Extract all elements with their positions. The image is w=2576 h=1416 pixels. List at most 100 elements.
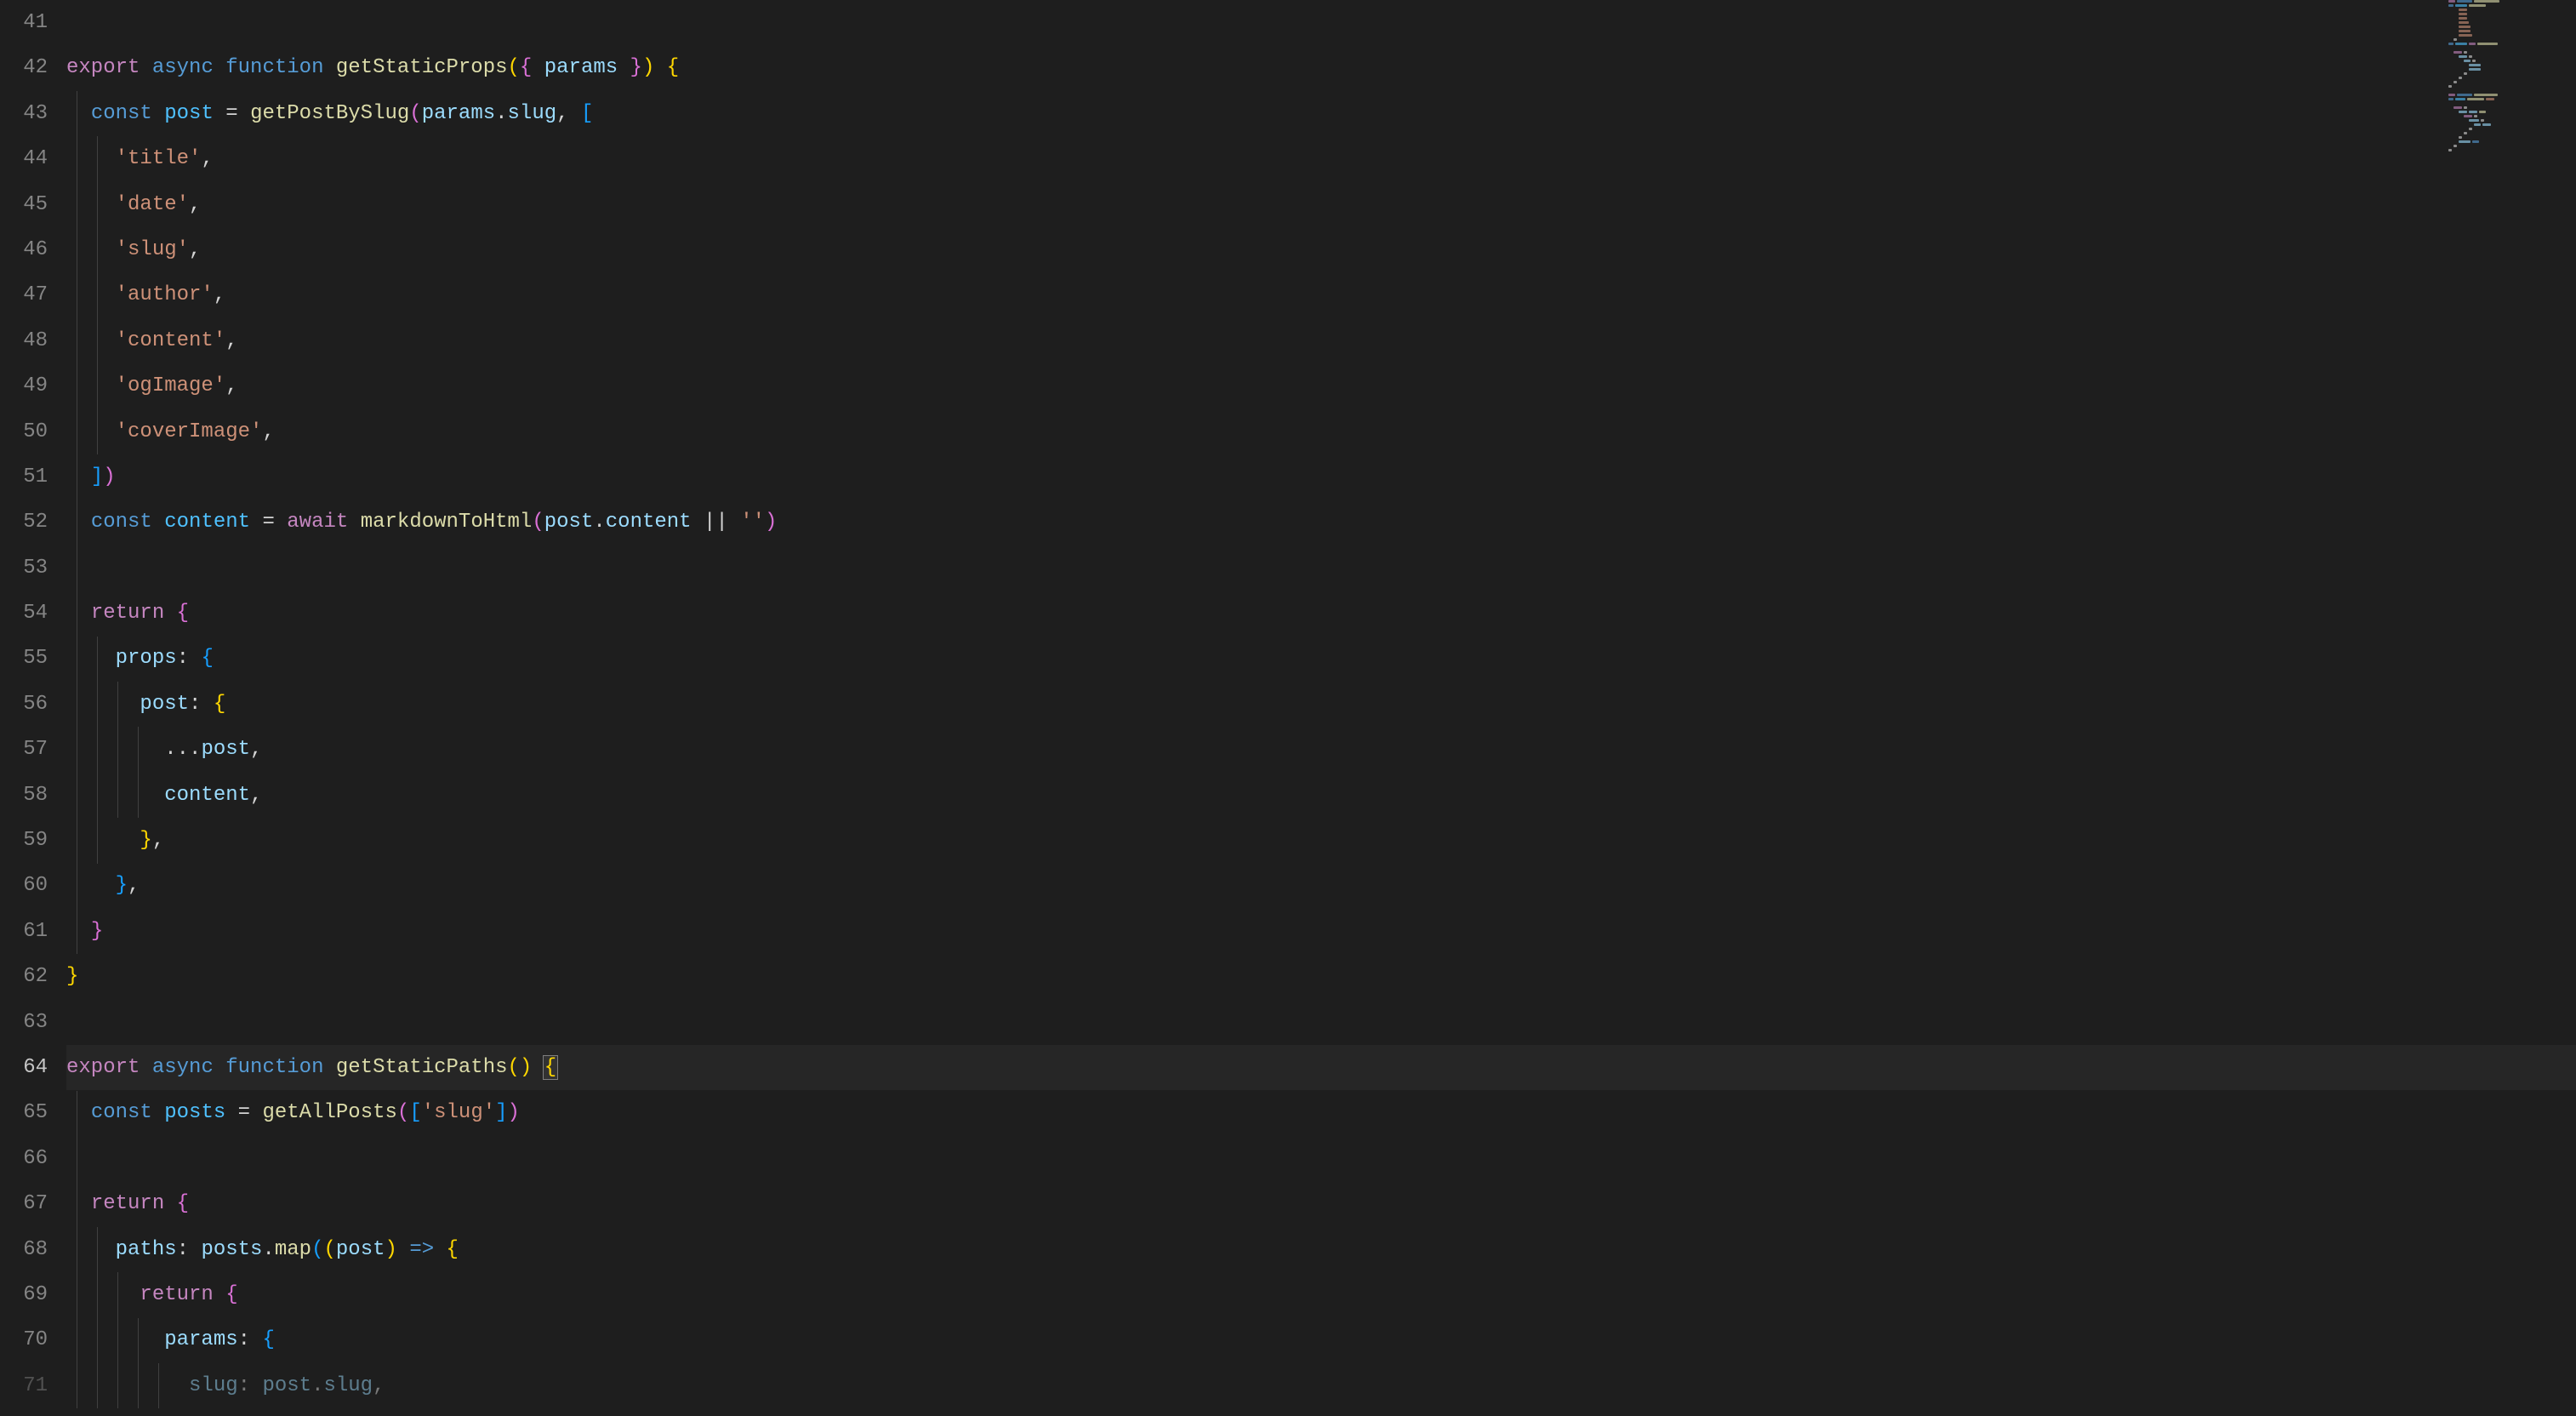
code-line[interactable]: 'title', <box>66 136 2576 181</box>
token <box>66 1192 91 1215</box>
code-line[interactable]: 'author', <box>66 272 2576 317</box>
token: { <box>177 1192 189 1215</box>
token: ( <box>323 1238 335 1261</box>
code-line[interactable]: paths: posts.map((post) => { <box>66 1227 2576 1272</box>
token <box>66 147 116 170</box>
token: , <box>225 374 237 397</box>
token <box>214 1283 225 1306</box>
token <box>397 1238 409 1261</box>
code-line[interactable]: 'coverImage', <box>66 409 2576 454</box>
token: 'coverImage' <box>116 420 263 443</box>
token <box>66 102 91 125</box>
code-line[interactable]: } <box>66 909 2576 954</box>
code-line[interactable]: return { <box>66 1272 2576 1317</box>
token: post <box>140 693 189 716</box>
indent-guide <box>117 682 118 818</box>
code-line[interactable]: ]) <box>66 454 2576 500</box>
token <box>140 56 151 79</box>
token <box>66 647 116 670</box>
token <box>654 56 666 79</box>
token: export <box>66 1056 140 1079</box>
token <box>152 511 164 534</box>
token: , <box>250 784 262 807</box>
token <box>189 1238 201 1261</box>
code-line[interactable]: const posts = getAllPosts(['slug']) <box>66 1090 2576 1135</box>
token: params <box>544 56 618 79</box>
code-line[interactable]: return { <box>66 591 2576 636</box>
indent-guide <box>117 1272 118 1408</box>
token: const <box>91 1101 152 1124</box>
token: post <box>201 738 250 761</box>
line-number: 65 <box>0 1090 48 1135</box>
token <box>66 920 91 943</box>
indent-guide <box>97 1227 98 1409</box>
token <box>66 784 164 807</box>
token: props <box>116 647 177 670</box>
code-line[interactable] <box>66 0 2576 45</box>
token <box>434 1238 446 1261</box>
code-line[interactable]: post: { <box>66 682 2576 727</box>
token: } <box>618 56 642 79</box>
line-number: 56 <box>0 682 48 727</box>
token: post <box>544 511 594 534</box>
code-line[interactable]: } <box>66 954 2576 999</box>
token <box>323 1056 335 1079</box>
token: ( <box>532 511 544 534</box>
code-line[interactable] <box>66 1136 2576 1181</box>
token: = <box>250 511 287 534</box>
code-line[interactable] <box>66 1000 2576 1045</box>
code-line[interactable]: params: { <box>66 1317 2576 1362</box>
token: posts <box>201 1238 262 1261</box>
code-line[interactable]: content, <box>66 773 2576 818</box>
token <box>201 693 213 716</box>
indent-guide <box>97 637 98 864</box>
code-line[interactable]: const content = await markdownToHtml(pos… <box>66 500 2576 545</box>
token: , <box>128 874 140 897</box>
code-line[interactable]: 'slug', <box>66 227 2576 272</box>
code-line[interactable] <box>66 545 2576 591</box>
token <box>66 329 116 352</box>
line-number: 42 <box>0 45 48 90</box>
token: async <box>152 56 214 79</box>
line-number: 59 <box>0 818 48 863</box>
token <box>189 647 201 670</box>
token: { <box>667 56 679 79</box>
code-line[interactable]: props: { <box>66 636 2576 681</box>
code-line[interactable]: export async function getStaticPaths() { <box>66 1045 2576 1090</box>
code-line[interactable]: 'date', <box>66 182 2576 227</box>
code-line[interactable]: }, <box>66 818 2576 863</box>
token: [ <box>409 1101 421 1124</box>
token: } <box>140 829 151 852</box>
code-line[interactable]: slug: post.slug, <box>66 1363 2576 1397</box>
token: : <box>177 1238 189 1261</box>
line-number: 46 <box>0 227 48 272</box>
token: ( <box>311 1238 323 1261</box>
code-line[interactable]: const post = getPostBySlug(params.slug, … <box>66 91 2576 136</box>
token: function <box>225 56 323 79</box>
token: slug <box>323 1374 373 1397</box>
token <box>164 602 176 625</box>
token: ) <box>508 1101 520 1124</box>
token: 'slug' <box>116 238 189 261</box>
token: paths <box>116 1238 177 1261</box>
code-line[interactable]: }, <box>66 863 2576 908</box>
token: ) <box>385 1238 397 1261</box>
token: post <box>164 102 214 125</box>
token: ( <box>409 102 421 125</box>
token <box>164 1192 176 1215</box>
token: ) <box>642 56 654 79</box>
code-content[interactable]: export async function getStaticProps({ p… <box>66 0 2576 1416</box>
code-editor[interactable]: 4142434445464748495051525354555657585960… <box>0 0 2576 1416</box>
line-number: 61 <box>0 909 48 954</box>
token: markdownToHtml <box>361 511 533 534</box>
token: : <box>238 1328 250 1351</box>
token <box>66 238 116 261</box>
code-line[interactable]: 'content', <box>66 318 2576 363</box>
line-number: 62 <box>0 954 48 999</box>
code-line[interactable]: 'ogImage', <box>66 363 2576 408</box>
code-line[interactable]: return { <box>66 1181 2576 1226</box>
token: 'content' <box>116 329 226 352</box>
token: } <box>116 874 128 897</box>
code-line[interactable]: ...post, <box>66 727 2576 772</box>
code-line[interactable]: export async function getStaticProps({ p… <box>66 45 2576 90</box>
